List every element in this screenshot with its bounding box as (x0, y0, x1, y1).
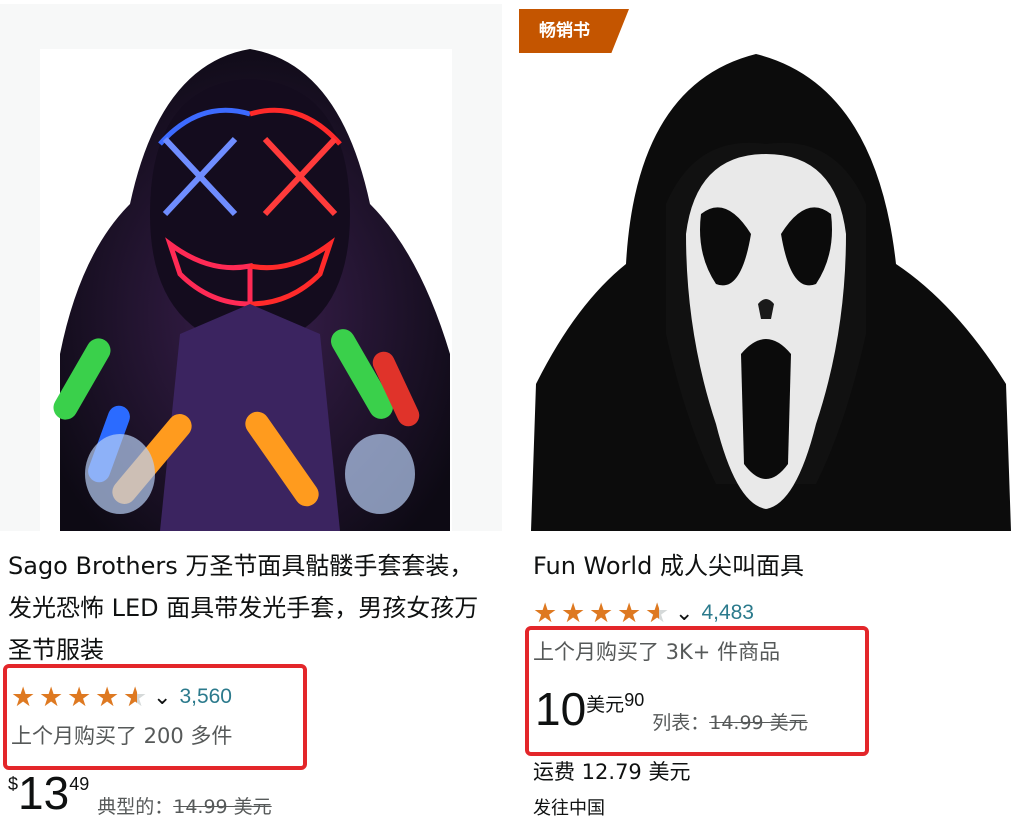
product-image[interactable] (0, 4, 502, 531)
star-icon: ★ (561, 598, 586, 628)
star-icon: ★ (39, 682, 64, 712)
purchase-volume: 上个月购买了 200 多件 (11, 724, 233, 748)
product-card-sago-brothers[interactable]: Sago Brothers 万圣节面具骷髅手套套装，发光恐怖 LED 面具带发光… (0, 0, 502, 822)
price-fraction: 90 (624, 690, 645, 710)
star-icon: ★ (617, 598, 642, 628)
review-count-link[interactable]: 4,483 (701, 598, 754, 628)
shipping-cost: 运费 12.79 美元 (533, 760, 691, 784)
star-rating[interactable]: ★ ★ ★ ★ ★ (533, 598, 673, 628)
product-title[interactable]: Fun World 成人尖叫面具 (533, 545, 1003, 587)
star-icon: ★ (533, 598, 558, 628)
price-symbol: $ (8, 774, 19, 794)
review-count-link[interactable]: 3,560 (179, 682, 232, 712)
product-image[interactable]: 畅销书 (516, 4, 1019, 531)
led-mask-image (40, 49, 452, 531)
price: $ 13 49 典型的： 14.99 美元 (8, 770, 272, 819)
typical-price: 14.99 美元 (173, 796, 272, 818)
price: 10 美元 90 列表： 14.99 美元 (535, 686, 808, 735)
rating-row[interactable]: ★ ★ ★ ★ ★ ⌄ 3,560 (11, 682, 232, 712)
price-whole: 13 (18, 767, 70, 819)
purchase-volume: 上个月购买了 3K+ 件商品 (533, 640, 781, 664)
bestseller-badge: 畅销书 (519, 9, 629, 53)
list-price: 14.99 美元 (709, 712, 808, 734)
product-title[interactable]: Sago Brothers 万圣节面具骷髅手套套装，发光恐怖 LED 面具带发光… (8, 545, 488, 671)
star-icon: ★ (11, 682, 36, 712)
star-half-icon: ★ (645, 598, 673, 628)
star-icon: ★ (589, 598, 614, 628)
price-fraction: 49 (69, 774, 90, 794)
scream-mask-image (516, 4, 1019, 531)
typical-price-label: 典型的： (97, 796, 174, 818)
list-price-label: 列表： (652, 712, 710, 734)
chevron-down-icon[interactable]: ⌄ (675, 598, 693, 628)
chevron-down-icon[interactable]: ⌄ (153, 682, 171, 712)
rating-row[interactable]: ★ ★ ★ ★ ★ ⌄ 4,483 (533, 598, 754, 628)
star-half-icon: ★ (123, 682, 151, 712)
ships-to: 发往中国 (533, 798, 605, 819)
price-currency: 美元 (586, 694, 625, 716)
product-card-fun-world[interactable]: 畅销书 Fun World 成人尖叫面具 ★ ★ ★ ★ ★ ⌄ 4,483 上… (516, 0, 1019, 822)
price-whole: 10 (535, 683, 587, 735)
star-rating[interactable]: ★ ★ ★ ★ ★ (11, 682, 151, 712)
star-icon: ★ (67, 682, 92, 712)
star-icon: ★ (95, 682, 120, 712)
